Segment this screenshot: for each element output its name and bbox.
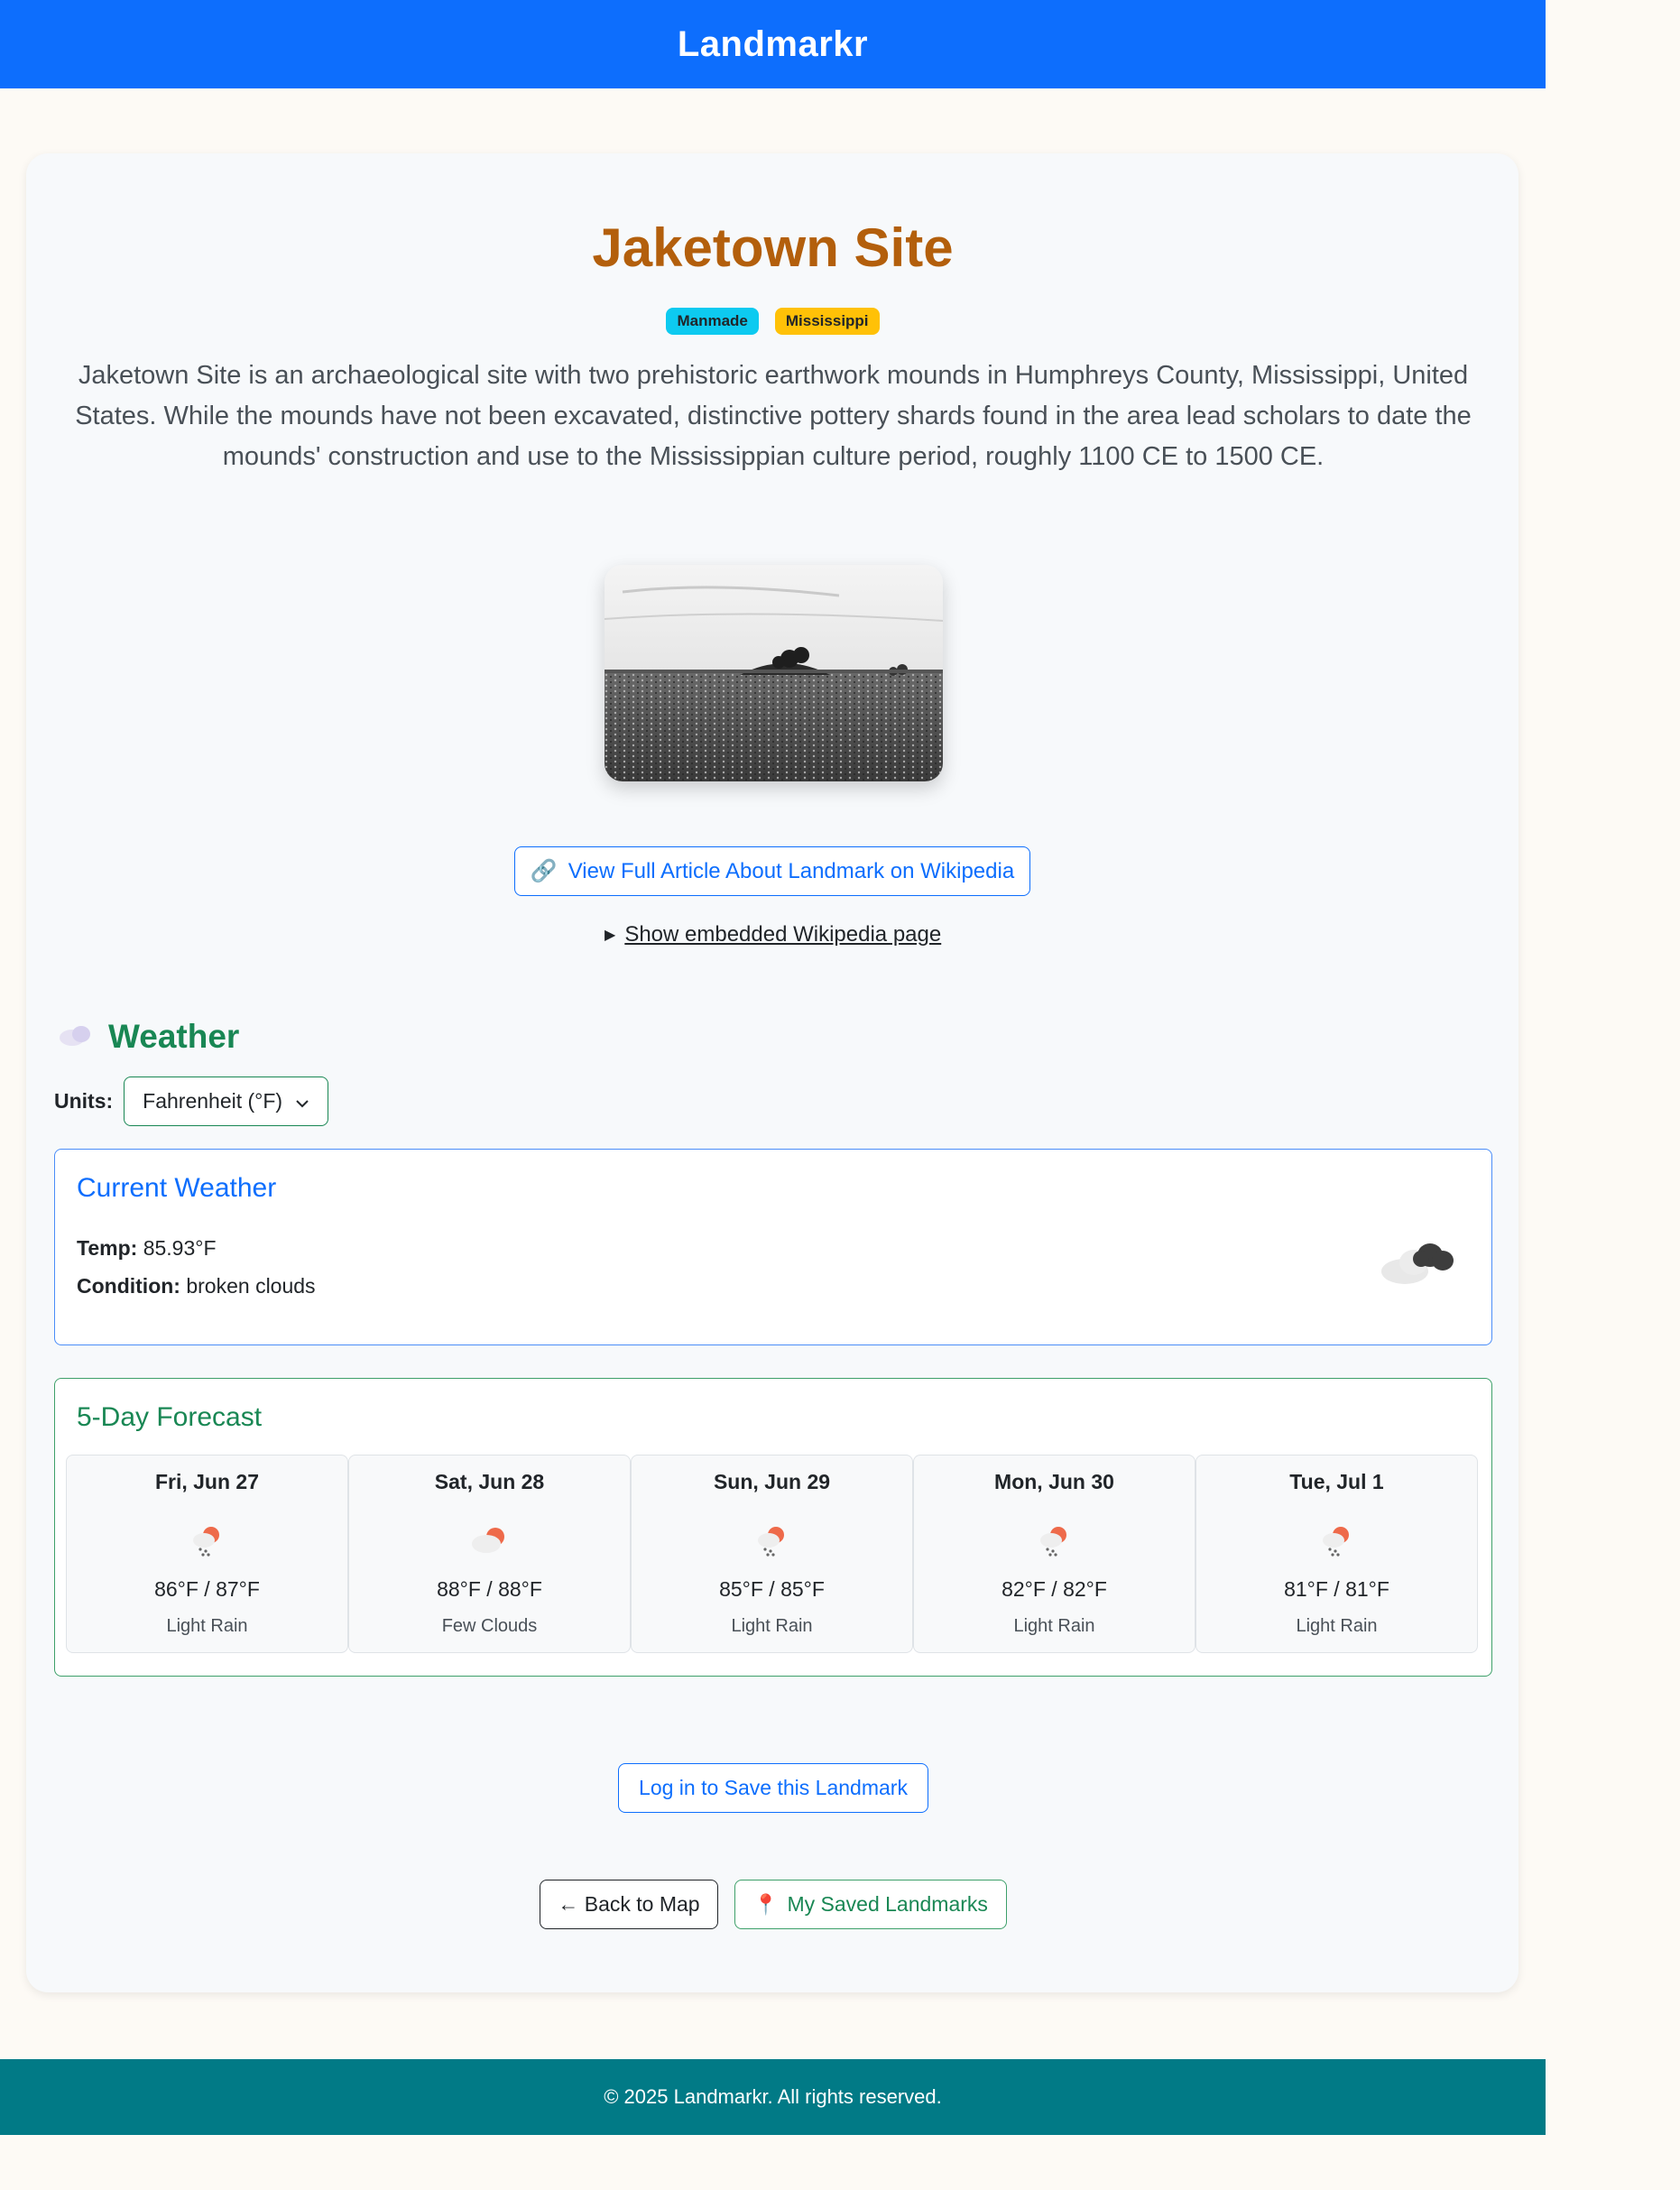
- footer: © 2025 Landmarkr. All rights reserved.: [0, 2059, 1546, 2135]
- forecast-card: 5-Day Forecast Fri, Jun 27 86°F / 87°F L…: [54, 1378, 1492, 1677]
- forecast-temps: 86°F / 87°F: [154, 1577, 260, 1601]
- current-weather-heading: Current Weather: [77, 1173, 277, 1203]
- light-rain-icon: [752, 1520, 792, 1565]
- light-rain-icon: [188, 1520, 227, 1565]
- temp-value: 85.93°F: [143, 1236, 217, 1260]
- landmark-description: Jaketown Site is an archaeological site …: [75, 361, 1472, 471]
- few-clouds-icon: [466, 1520, 513, 1565]
- forecast-day: Mon, Jun 30 82°F / 82°F Light Rain: [913, 1455, 1195, 1653]
- embed-toggle-label: Show embedded Wikipedia page: [624, 922, 942, 947]
- saved-landmarks-label: My Saved Landmarks: [787, 1892, 988, 1916]
- wikipedia-link-label: View Full Article About Landmark on Wiki…: [568, 858, 1015, 883]
- forecast-condition: Light Rain: [166, 1616, 248, 1636]
- weather-heading: Weather: [58, 1018, 239, 1056]
- light-rain-icon: [1317, 1520, 1357, 1565]
- navbar: Landmarkr: [0, 0, 1546, 88]
- brand-logo[interactable]: Landmarkr: [678, 24, 868, 65]
- landmark-photo: [605, 565, 943, 781]
- forecast-temps: 82°F / 82°F: [1002, 1577, 1107, 1601]
- temp-label: Temp:: [77, 1236, 138, 1260]
- chevron-down-icon: [295, 1089, 309, 1113]
- forecast-condition: Light Rain: [1013, 1616, 1095, 1636]
- forecast-day-name: Tue, Jul 1: [1289, 1470, 1384, 1493]
- forecast-day: Sun, Jun 29 85°F / 85°F Light Rain: [631, 1455, 913, 1653]
- pushpin-icon: 📍: [753, 1892, 779, 1916]
- forecast-days: Fri, Jun 27 86°F / 87°F Light Rain Sat, …: [66, 1455, 1478, 1653]
- embed-wikipedia-toggle[interactable]: ▶ Show embedded Wikipedia page: [605, 922, 941, 947]
- forecast-condition: Light Rain: [731, 1616, 813, 1636]
- save-landmark-button[interactable]: Log in to Save this Landmark: [618, 1763, 928, 1813]
- forecast-day-name: Mon, Jun 30: [994, 1470, 1114, 1493]
- copyright-text: © 2025 Landmarkr. All rights reserved.: [604, 2085, 942, 2108]
- forecast-heading: 5-Day Forecast: [77, 1402, 263, 1432]
- light-rain-icon: [1035, 1520, 1075, 1565]
- forecast-day: Sat, Jun 28 88°F / 88°F Few Clouds: [348, 1455, 631, 1653]
- disclosure-triangle-icon: ▶: [605, 928, 616, 943]
- type-badge: Manmade: [666, 308, 759, 335]
- badge-row: Manmade Mississippi: [0, 308, 1546, 335]
- condition-value: broken clouds: [186, 1274, 316, 1298]
- saved-landmarks-button[interactable]: 📍 My Saved Landmarks: [734, 1880, 1007, 1929]
- condition-label: Condition:: [77, 1274, 180, 1298]
- units-label: Units:: [54, 1089, 114, 1113]
- broken-clouds-icon: [1378, 1235, 1459, 1294]
- link-icon: 🔗: [530, 859, 558, 883]
- forecast-temps: 88°F / 88°F: [437, 1577, 542, 1601]
- forecast-temps: 81°F / 81°F: [1284, 1577, 1389, 1601]
- forecast-condition: Few Clouds: [441, 1616, 538, 1636]
- page-title: Jaketown Site: [592, 217, 954, 278]
- forecast-condition: Light Rain: [1296, 1616, 1378, 1636]
- current-weather-card: Current Weather Temp: 85.93°F Condition:…: [54, 1149, 1492, 1345]
- forecast-day-name: Fri, Jun 27: [154, 1470, 260, 1493]
- weather-heading-label: Weather: [108, 1018, 240, 1055]
- back-to-map-button[interactable]: ← Back to Map: [540, 1880, 718, 1929]
- cloud-icon: [58, 1023, 94, 1051]
- units-select-value: Fahrenheit (°F): [143, 1089, 283, 1113]
- units-control: Units: Fahrenheit (°F): [54, 1077, 329, 1126]
- forecast-day-name: Sun, Jun 29: [713, 1470, 831, 1493]
- forecast-day-name: Sat, Jun 28: [434, 1470, 545, 1493]
- forecast-day: Fri, Jun 27 86°F / 87°F Light Rain: [66, 1455, 348, 1653]
- current-condition: Condition: broken clouds: [77, 1274, 316, 1298]
- current-temp: Temp: 85.93°F: [77, 1236, 217, 1261]
- forecast-temps: 85°F / 85°F: [719, 1577, 825, 1601]
- state-badge: Mississippi: [774, 308, 880, 335]
- wikipedia-link-button[interactable]: 🔗 View Full Article About Landmark on Wi…: [514, 846, 1030, 896]
- units-select[interactable]: Fahrenheit (°F): [124, 1077, 329, 1126]
- forecast-day: Tue, Jul 1 81°F / 81°F Light Rain: [1195, 1455, 1478, 1653]
